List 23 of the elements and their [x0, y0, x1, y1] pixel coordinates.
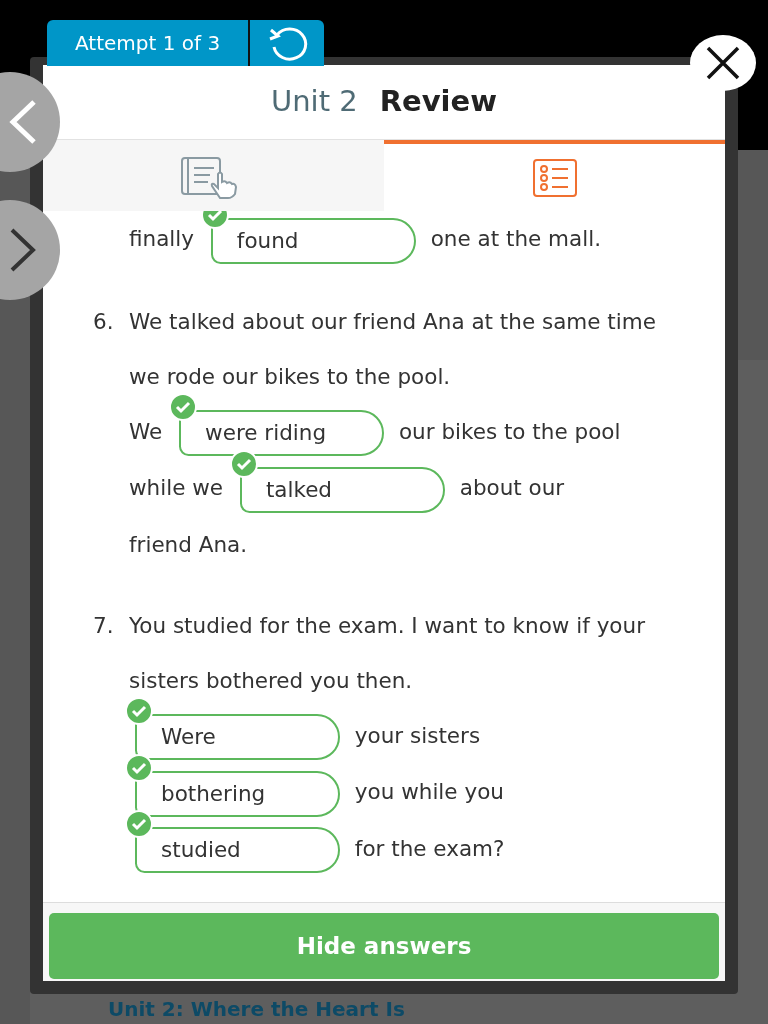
sentence-text: one at the mall.	[430, 226, 601, 251]
question-number: 6.	[93, 307, 115, 336]
sentence-text: about our	[459, 475, 565, 500]
question-number: 7.	[93, 611, 115, 640]
retry-button[interactable]	[248, 20, 325, 66]
sentence-text: our bikes to the pool	[398, 418, 621, 444]
sentence-text: friend Ana.	[129, 531, 248, 557]
chevron-right-icon	[8, 227, 38, 273]
sentence-text: while we	[129, 475, 224, 500]
sentence-text: your sisters	[354, 722, 481, 748]
sentence-text: We	[129, 418, 163, 444]
list-icon	[531, 157, 578, 198]
dialog-title: Review	[379, 83, 497, 121]
sentence-text: you while you	[354, 779, 504, 804]
chevron-left-icon	[8, 99, 38, 145]
sentence-text: for the exam?	[354, 835, 505, 861]
close-icon	[705, 45, 741, 81]
unit-label: Unit 2	[271, 83, 358, 121]
question-prompt: You studied for the exam. I want to know if your sisters bothered you then.	[129, 611, 646, 695]
sentence-text: finally	[129, 226, 194, 251]
page-heading: Unit 2: Where the Heart Is	[108, 997, 405, 1021]
question-prompt: We talked about our friend Ana at the same time we rode our bikes to the pool.	[129, 307, 657, 391]
attempt-label: Attempt 1 of 3	[47, 20, 249, 66]
